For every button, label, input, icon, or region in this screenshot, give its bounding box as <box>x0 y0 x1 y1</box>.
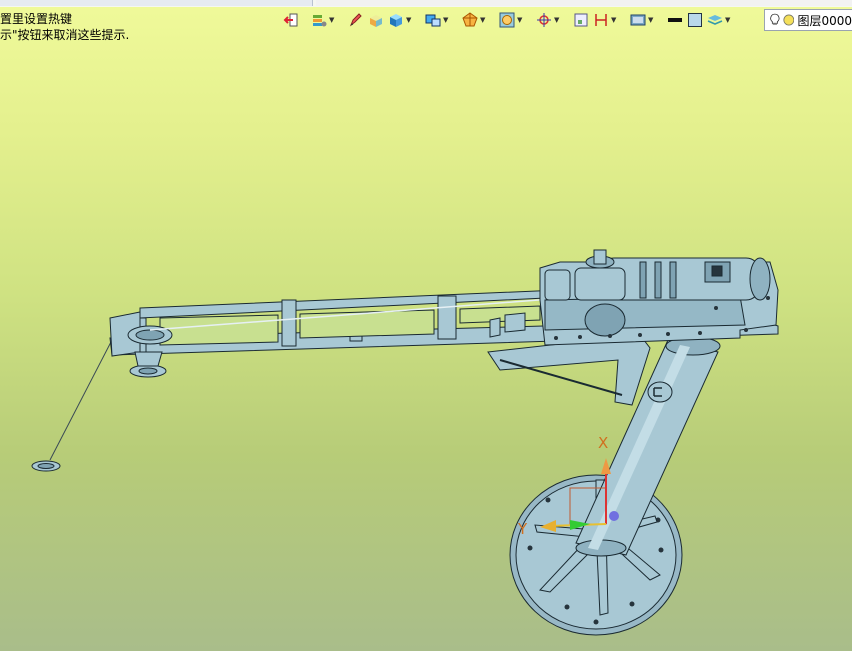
axis-x-label: X <box>598 434 608 452</box>
hook-block <box>31 460 61 472</box>
pivot-lug <box>647 381 673 403</box>
lower-sheave <box>129 364 167 378</box>
3d-viewport[interactable]: X Y <box>0 0 852 651</box>
boom-support-truss <box>487 334 651 406</box>
axis-y-label: Y <box>517 520 528 538</box>
hoist-cable <box>49 339 113 461</box>
